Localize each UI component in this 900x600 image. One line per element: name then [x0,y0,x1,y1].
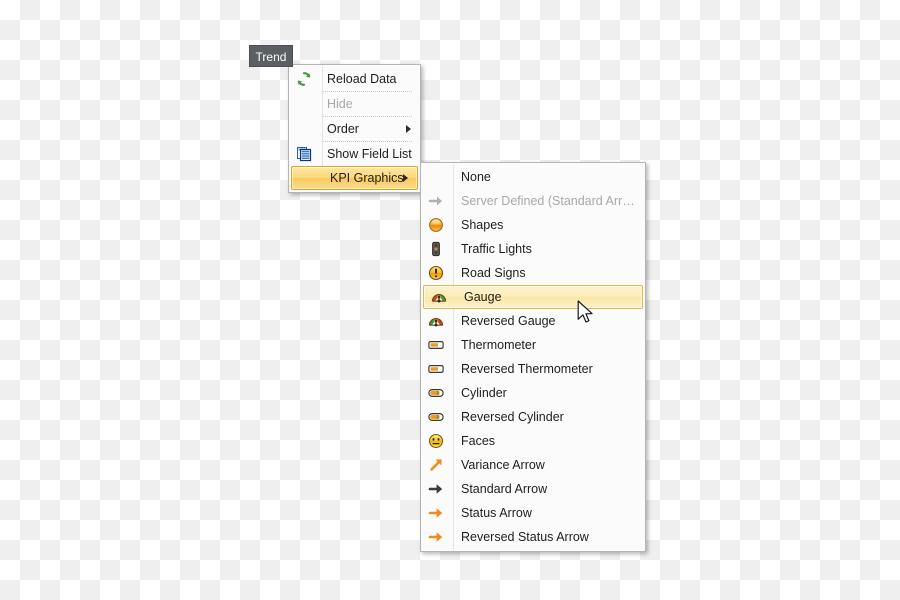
chevron-right-icon [403,174,408,182]
submenu-item-reversed-cylinder[interactable]: Reversed Cylinder [421,405,645,429]
status-arrow-icon [421,525,451,549]
cylinder-icon [421,405,451,429]
submenu-item-reversed-status-arrow[interactable]: Reversed Status Arrow [421,525,645,549]
empty-icon-slot [292,166,322,190]
submenu-item-label: Thermometer [461,338,537,352]
empty-icon-slot [289,117,319,141]
standard-arrow-icon [421,477,451,501]
submenu-item-label: Reversed Gauge [461,314,556,328]
context-menu: Reload Data Hide Order Show Field List K… [288,64,421,193]
submenu-item-label: Reversed Status Arrow [461,530,589,544]
traffic-light-icon [421,237,451,261]
menu-item-show-field-list[interactable]: Show Field List [289,142,420,166]
submenu-item-gauge[interactable]: Gauge [423,285,643,309]
submenu-item-label: Road Signs [461,266,526,280]
submenu-item-label: Server Defined (Standard Arrow) [461,194,641,208]
submenu-item-reversed-thermometer[interactable]: Reversed Thermometer [421,357,645,381]
field-list-icon [289,142,319,166]
menu-item-reload-data[interactable]: Reload Data [289,67,420,91]
submenu-item-label: Standard Arrow [461,482,548,496]
status-arrow-icon [421,501,451,525]
submenu-item-label: Gauge [464,290,502,304]
gauge-icon [421,309,451,333]
submenu-item-shapes[interactable]: Shapes [421,213,645,237]
empty-icon-slot [421,165,451,189]
submenu-item-standard-arrow[interactable]: Standard Arrow [421,477,645,501]
refresh-icon [289,67,319,91]
menu-item-label: Hide [327,97,353,111]
cylinder-icon [421,381,451,405]
submenu-item-label: None [461,170,491,184]
submenu-item-label: Shapes [461,218,504,232]
gauge-icon [424,285,454,309]
gray-arrow-icon [421,189,451,213]
menu-item-hide[interactable]: Hide [289,92,420,116]
menu-item-label: Order [327,122,359,136]
submenu-item-status-arrow[interactable]: Status Arrow [421,501,645,525]
menu-item-order[interactable]: Order [289,117,420,141]
thermometer-icon [421,357,451,381]
menu-item-kpi-graphics[interactable]: KPI Graphics [291,166,418,190]
submenu-item-label: Traffic Lights [461,242,532,256]
submenu-item-variance-arrow[interactable]: Variance Arrow [421,453,645,477]
menu-item-label: Show Field List [327,147,412,161]
empty-icon-slot [289,92,319,116]
submenu-item-none[interactable]: None [421,165,645,189]
submenu-item-reversed-gauge[interactable]: Reversed Gauge [421,309,645,333]
submenu-item-label: Reversed Thermometer [461,362,593,376]
submenu-item-thermometer[interactable]: Thermometer [421,333,645,357]
menu-item-label: KPI Graphics [330,171,404,185]
submenu-item-label: Faces [461,434,496,448]
road-sign-icon [421,261,451,285]
submenu-item-road-signs[interactable]: Road Signs [421,261,645,285]
submenu-item-server-defined[interactable]: Server Defined (Standard Arrow) [421,189,645,213]
menu-item-label: Reload Data [327,72,397,86]
submenu-item-label: Variance Arrow [461,458,545,472]
orange-circle-icon [421,213,451,237]
submenu-item-faces[interactable]: Faces [421,429,645,453]
kpi-graphics-submenu: None Server Defined (Standard Arrow) Sha… [420,162,646,552]
trend-tab[interactable]: Trend [249,45,293,67]
submenu-item-cylinder[interactable]: Cylinder [421,381,645,405]
thermometer-icon [421,333,451,357]
submenu-item-traffic-lights[interactable]: Traffic Lights [421,237,645,261]
face-icon [421,429,451,453]
submenu-item-label: Reversed Cylinder [461,410,564,424]
chevron-right-icon [406,125,411,133]
submenu-item-label: Status Arrow [461,506,532,520]
submenu-item-label: Cylinder [461,386,507,400]
variance-arrow-icon [421,453,451,477]
